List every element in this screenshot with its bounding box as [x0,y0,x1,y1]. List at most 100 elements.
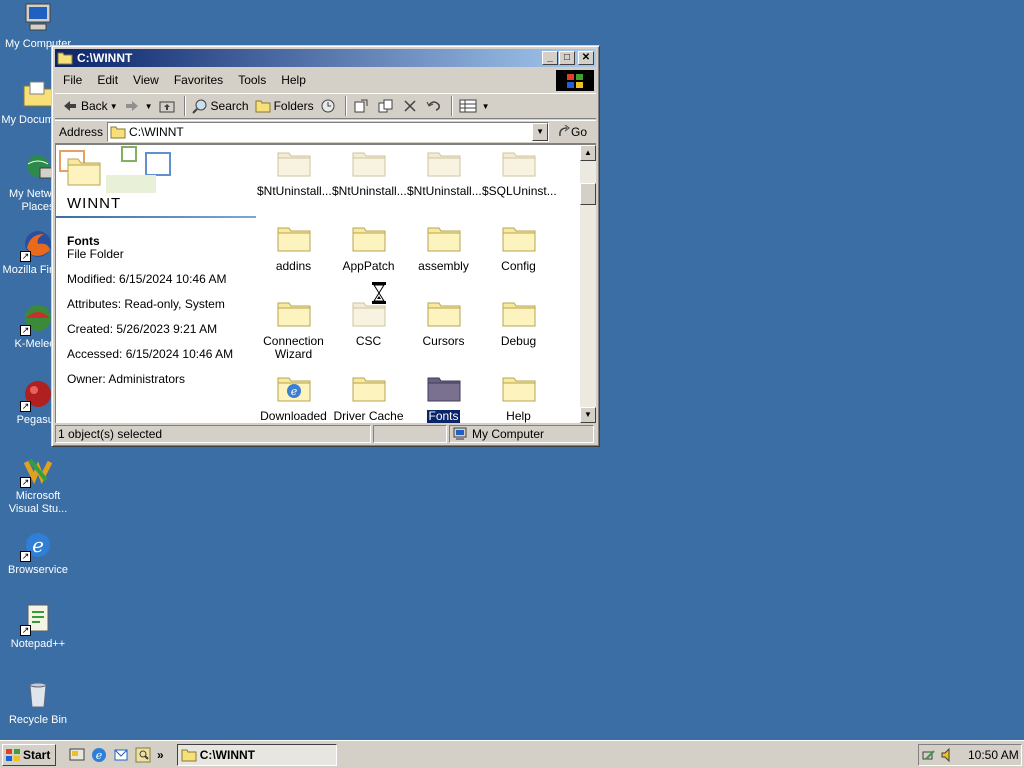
desktop-icon-notepadpp[interactable]: ↗ Notepad++ [0,602,76,651]
volume-icon[interactable] [940,747,956,763]
start-button[interactable]: Start [2,743,56,766]
folder-view[interactable]: WINNT Fonts File Folder Modified: 6/15/2… [55,144,596,423]
vertical-scrollbar[interactable]: ▲ ▼ [580,145,596,423]
maximize-button[interactable]: □ [559,51,575,65]
file-item-label: Help [481,410,556,423]
file-name: $NtUninstall... [332,184,407,198]
file-item[interactable]: Fonts [406,374,481,423]
file-item[interactable]: $NtUninstall... [406,149,482,198]
file-item-label: Debug [481,335,556,348]
folder-icon [427,299,461,327]
move-to-button[interactable] [350,95,375,117]
shortcut-arrow-icon: ↗ [20,251,31,262]
chevron-down-icon[interactable]: ▼ [532,123,549,141]
desktop-icon-my-computer[interactable]: My Computer [0,2,76,51]
folder-icon [427,149,461,177]
delete-button[interactable] [400,95,423,117]
file-item[interactable]: $NtUninstall... [331,149,407,198]
file-item[interactable]: $NtUninstall... [256,149,332,198]
chevron-down-icon[interactable]: ▼ [145,102,153,111]
quick-launch-overflow-icon[interactable]: » [157,748,164,762]
file-item[interactable]: assembly [406,224,481,273]
minimize-button[interactable]: _ [542,51,558,65]
taskbar: Start e » C:\WINNT 10:50 AM [0,740,1024,768]
go-label: Go [571,125,588,139]
folder-icon [352,149,386,177]
file-name: assembly [418,259,469,273]
file-item[interactable]: Cursors [406,299,481,348]
chevron-down-icon[interactable]: ▼ [110,102,118,111]
file-item-label: $NtUninstall... [256,185,332,198]
file-item[interactable]: CSC [331,299,406,348]
chevron-down-icon: ▼ [481,101,490,111]
network-icon[interactable] [922,747,938,763]
folders-button[interactable]: Folders [252,95,317,117]
scroll-down-button[interactable]: ▼ [580,407,596,423]
address-field[interactable]: ▼ [107,122,550,142]
desktop-icon-recycle-bin[interactable]: Recycle Bin [0,678,76,727]
history-button[interactable] [317,95,342,117]
undo-button[interactable] [423,95,448,117]
views-button[interactable]: ▼ [456,95,493,117]
file-item-label: Connection Wizard [256,335,331,361]
visual-studio-icon: ↗ [20,454,54,488]
close-button[interactable]: ✕ [578,51,594,65]
desktop-icon-label: Notepad++ [10,638,66,650]
file-item[interactable]: Config [481,224,556,273]
taskbar-button-winnt[interactable]: C:\WINNT [176,743,337,766]
folder-icon [110,125,126,139]
folder-title: WINNT [67,195,122,212]
menu-favorites[interactable]: Favorites [166,73,230,87]
menu-file[interactable]: File [55,73,89,87]
copy-to-button[interactable] [375,95,400,117]
scroll-up-button[interactable]: ▲ [580,145,596,161]
title-bar[interactable]: C:\WINNT _ □ ✕ [55,49,596,67]
file-item[interactable]: Connection Wizard [256,299,331,361]
zone-label: My Computer [472,427,545,441]
created-info: Created: 5/26/2023 9:21 AM [67,322,218,336]
file-item[interactable]: Downloaded [256,374,331,423]
my-documents-icon [22,78,54,110]
show-desktop-icon[interactable] [69,747,85,763]
explorer-window[interactable]: C:\WINNT _ □ ✕ File Edit View Favorites … [51,45,600,447]
ie-icon[interactable]: e [91,747,107,763]
menu-help[interactable]: Help [273,73,313,87]
menu-view[interactable]: View [125,73,166,87]
file-item[interactable]: Help [481,374,556,423]
folder-icon [181,748,197,762]
file-item-label: $SQLUninst... [481,185,557,198]
back-button[interactable]: Back ▼ [59,95,121,117]
desktop-icon-browservice[interactable]: e ↗ Browservice [0,528,76,577]
file-item-label: Downloaded [256,410,331,423]
file-item[interactable]: AppPatch [331,224,406,273]
svg-text:e: e [96,749,103,762]
file-item[interactable]: addins [256,224,331,273]
scroll-thumb[interactable] [580,183,596,205]
undo-icon [426,101,440,111]
search-button[interactable]: Search [189,95,252,117]
address-input[interactable] [129,125,530,139]
file-item[interactable]: Driver Cache [331,374,406,423]
go-button[interactable]: Go [557,125,587,139]
file-item-label: Fonts [406,409,481,423]
address-bar: Address ▼ Go [55,120,596,144]
recycle-bin-icon [22,678,54,710]
desktop-icon-visual-studio[interactable]: ↗ Microsoft Visual Stu... [0,454,76,516]
search-icon[interactable] [135,747,151,763]
menu-tools[interactable]: Tools [230,73,273,87]
outlook-express-icon[interactable] [113,747,129,763]
forward-button[interactable]: ▼ [121,95,156,117]
shortcut-arrow-icon: ↗ [20,401,31,412]
up-button[interactable] [156,95,181,117]
quick-launch: e » [66,747,167,763]
owner-info: Owner: Administrators [67,372,186,386]
file-item[interactable]: $SQLUninst... [481,149,557,198]
file-item[interactable]: Debug [481,299,556,348]
selected-item-type: File Folder [67,247,124,261]
clock[interactable]: 10:50 AM [968,748,1019,762]
search-label: Search [210,99,249,113]
folder-icon [427,224,461,252]
menu-edit[interactable]: Edit [89,73,125,87]
file-item-label: $NtUninstall... [331,184,407,198]
folder-icon [352,374,386,402]
